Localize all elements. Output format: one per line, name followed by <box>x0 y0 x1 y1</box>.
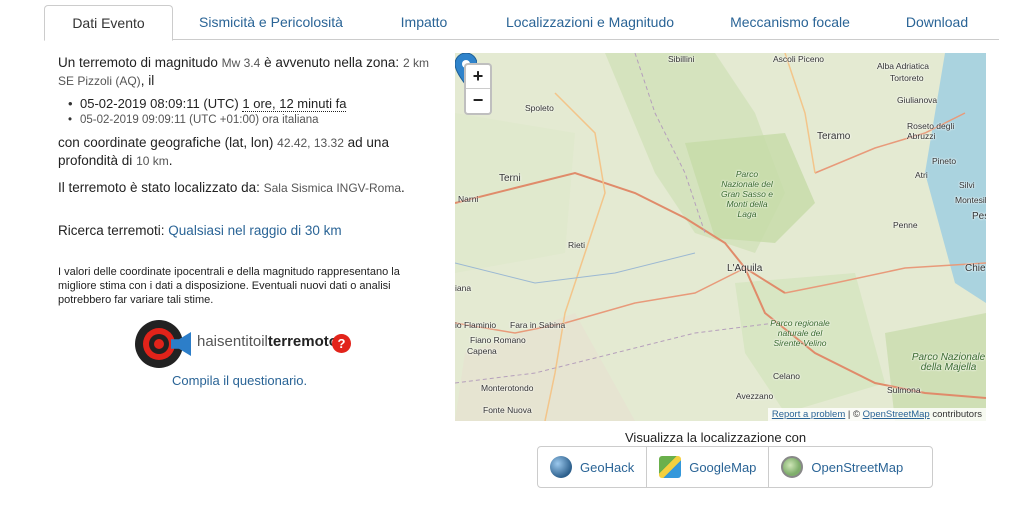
search-earthquakes: Ricerca terremoti: Qualsiasi nel raggio … <box>58 223 438 238</box>
tab-localizzazioni[interactable]: Localizzazioni e Magnitudo <box>500 5 680 40</box>
place-rieti: Rieti <box>568 240 586 250</box>
zoom-out-button[interactable]: − <box>466 89 490 113</box>
park-majella: Parco Nazionale della Majella <box>911 352 986 373</box>
googlemap-button[interactable]: GoogleMap <box>647 447 770 487</box>
coord-text-c: . <box>168 153 173 168</box>
place-atri: Atri <box>915 170 928 180</box>
question-icon: ? <box>332 334 351 353</box>
place-pescara: Pes <box>972 211 986 222</box>
tab-download[interactable]: Download <box>892 5 982 40</box>
time-ago: 1 ore, 12 minuti fa <box>242 96 347 112</box>
tab-bar: Dati Evento Sismicità e Pericolosità Imp… <box>44 5 999 41</box>
place-fonte: Fonte Nuova <box>483 405 532 415</box>
place-giulianova: Giulianova <box>897 95 938 105</box>
disclaimer-note: I valori delle coordinate ipocentrali e … <box>58 266 400 306</box>
coord-text: con coordinate geografiche (lat, lon) <box>58 135 274 150</box>
depth-value: 10 km <box>136 154 169 168</box>
place-silvi: Silvi <box>959 180 975 190</box>
globe-icon <box>550 456 572 478</box>
place-penne: Penne <box>893 220 918 230</box>
place-sulmona: Sulmona <box>887 385 921 395</box>
place-montesilvano: Montesilv <box>955 195 986 205</box>
place-alba: Alba Adriatica <box>877 61 929 71</box>
event-coordinates: con coordinate geografiche (lat, lon) 42… <box>58 134 438 170</box>
park-sirente: Parco regionale naturale del Sirente-Vel… <box>770 318 830 348</box>
place-terni: Terni <box>499 173 521 184</box>
tab-meccanismo[interactable]: Meccanismo focale <box>720 5 860 40</box>
search-label: Ricerca terremoti: <box>58 223 165 238</box>
openstreetmap-button[interactable]: OpenStreetMap <box>769 447 915 487</box>
place-teramo: Teramo <box>817 131 851 142</box>
place-fara: Fara in Sabina <box>510 320 566 330</box>
map-attribution: Report a problem | © OpenStreetMap contr… <box>767 408 986 421</box>
park-gran-sasso: Parco Nazionale del Gran Sasso e Monti d… <box>721 169 773 219</box>
haisentito-text: haisentitoilterremoto <box>197 333 338 350</box>
place-capena: Capena <box>467 346 497 356</box>
loc-text: Il terremoto è stato localizzato da: <box>58 180 260 195</box>
place-flaminio: io Flaminio <box>455 320 497 330</box>
intro-text-b: è avvenuto nella zona: <box>264 55 400 70</box>
tab-sismicita[interactable]: Sismicità e Pericolosità <box>186 5 356 40</box>
haisentito-logo[interactable]: haisentitoilterremoto ? <box>135 320 355 368</box>
place-fiano: Fiano Romano <box>470 335 526 345</box>
tab-impatto[interactable]: Impatto <box>384 5 464 40</box>
geohack-button[interactable]: GeoHack <box>538 447 648 487</box>
zoom-in-button[interactable]: + <box>466 65 490 89</box>
logo-text-a: haisentito <box>197 333 262 350</box>
place-tortoreto: Tortoreto <box>890 73 924 83</box>
place-roseto: Roseto degli Abruzzi <box>907 121 955 141</box>
place-spoleto: Spoleto <box>525 103 554 113</box>
magnitude-value: Mw 3.4 <box>221 56 261 70</box>
event-summary: Un terremoto di magnitudo Mw 3.4 è avven… <box>58 54 438 90</box>
visualizza-buttons: GeoHack GoogleMap OpenStreetMap <box>537 446 933 488</box>
event-localized-by: Il terremoto è stato localizzato da: Sal… <box>58 179 438 197</box>
openstreetmap-label: OpenStreetMap <box>811 459 904 475</box>
geohack-label: GeoHack <box>580 459 635 475</box>
logo-text-c: terremoto <box>267 333 338 350</box>
place-ascoli: Ascoli Piceno <box>773 54 825 64</box>
place-laquila: L'Aquila <box>727 263 763 274</box>
coords-value: 42.42, 13.32 <box>277 136 344 150</box>
place-chieti: Chie <box>965 263 986 274</box>
search-radius-link[interactable]: Qualsiasi nel raggio di 30 km <box>168 223 341 238</box>
intro-text: Un terremoto di magnitudo <box>58 55 218 70</box>
place-pineto: Pineto <box>932 156 957 166</box>
osm-link[interactable]: OpenStreetMap <box>863 409 930 420</box>
place-celano: Celano <box>773 371 800 381</box>
osm-icon <box>781 456 804 478</box>
loc-by-value: Sala Sismica INGV-Roma <box>263 181 401 195</box>
time-local: 05-02-2019 09:09:11 (UTC +01:00) ora ita… <box>68 112 438 128</box>
event-times: 05-02-2019 08:09:11 (UTC) 1 ore, 12 minu… <box>68 96 438 128</box>
place-avezzano: Avezzano <box>736 391 774 401</box>
place-monterotondo: Monterotondo <box>481 383 534 393</box>
questionnaire-link[interactable]: Compila il questionario. <box>172 373 307 388</box>
loc-text-c: . <box>401 180 405 195</box>
map-view[interactable]: Sibillini Ascoli Piceno Alba Adriatica T… <box>455 53 986 421</box>
place-narni: Narni <box>458 194 479 204</box>
tab-dati-evento[interactable]: Dati Evento <box>44 5 173 41</box>
time-utc: 05-02-2019 08:09:11 (UTC) 1 ore, 12 minu… <box>68 96 438 112</box>
report-problem-link[interactable]: Report a problem <box>772 409 845 420</box>
place-sibillini: Sibillini <box>668 54 695 64</box>
google-map-icon <box>659 456 682 478</box>
attribution-tail: contributors <box>929 409 982 420</box>
logo-text-b: il <box>261 333 268 350</box>
visualizza-title: Visualizza la localizzazione con <box>625 430 807 445</box>
event-details: Un terremoto di magnitudo Mw 3.4 è avven… <box>58 54 438 307</box>
attribution-sep: | © <box>845 409 863 420</box>
time-utc-value: 05-02-2019 08:09:11 (UTC) <box>80 96 239 111</box>
place-iana: iana <box>455 283 472 293</box>
intro-text-c: , il <box>140 73 155 88</box>
googlemap-label: GoogleMap <box>689 459 757 475</box>
zoom-control: + − <box>464 63 492 115</box>
